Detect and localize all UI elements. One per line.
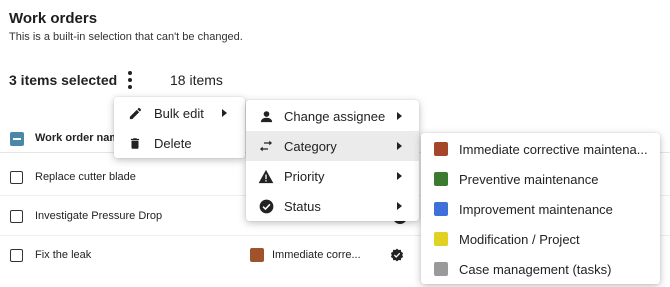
category-color-swatch [434,202,448,216]
person-icon [258,108,274,124]
chevron-right-icon [397,112,402,120]
menu-item-label: Change assignee [284,108,386,124]
swap-arrows-icon [258,138,274,154]
item-count-label: 18 items [170,72,223,88]
category-swatch [250,248,264,262]
chevron-right-icon [397,202,402,210]
menu-item-bulk-edit[interactable]: Bulk edit [114,98,245,128]
row-checkbox[interactable] [10,210,23,223]
menu-item-label: Improvement maintenance [459,201,613,217]
category-option-improvement[interactable]: Improvement maintenance [421,194,660,224]
row-name[interactable]: Replace cutter blade [35,171,136,183]
row-checkbox[interactable] [10,171,23,184]
chevron-right-icon [397,172,402,180]
warning-icon [258,168,274,184]
verified-status-icon [390,248,404,262]
trash-icon [127,135,143,151]
category-color-swatch [434,262,448,276]
more-actions-icon[interactable] [124,70,136,90]
menu-item-label: Modification / Project [459,231,580,247]
menu-item-label: Delete [154,135,192,151]
menu-item-label: Case management (tasks) [459,261,612,277]
menu-item-delete[interactable]: Delete [114,128,245,158]
actions-menu: Bulk edit Delete [114,97,245,158]
category-submenu: Immediate corrective maintena... Prevent… [421,133,660,284]
category-option-case-management[interactable]: Case management (tasks) [421,254,660,284]
column-header-name[interactable]: Work order nam [35,132,119,144]
bulk-edit-submenu: Change assignee Category Priority Status [246,100,419,221]
menu-item-change-assignee[interactable]: Change assignee [246,101,419,131]
row-checkbox[interactable] [10,249,23,262]
menu-item-label: Priority [284,168,325,184]
category-option-immediate-corrective[interactable]: Immediate corrective maintena... [421,134,660,164]
chevron-right-icon [222,109,227,117]
category-color-swatch [434,232,448,246]
pencil-icon [127,105,143,121]
row-name[interactable]: Fix the leak [35,249,91,261]
menu-item-category[interactable]: Category [246,131,419,161]
category-option-preventive[interactable]: Preventive maintenance [421,164,660,194]
chevron-right-icon [397,142,402,150]
category-color-swatch [434,142,448,156]
menu-item-label: Category [284,138,337,154]
menu-item-label: Bulk edit [154,105,204,121]
category-option-modification[interactable]: Modification / Project [421,224,660,254]
menu-item-label: Immediate corrective maintena... [459,141,648,157]
category-color-swatch [434,172,448,186]
menu-item-priority[interactable]: Priority [246,161,419,191]
row-category: Immediate corre... [272,249,361,261]
menu-item-label: Status [284,198,321,214]
menu-item-status[interactable]: Status [246,191,419,221]
page-title: Work orders [9,10,98,27]
check-circle-icon [258,198,274,214]
menu-item-label: Preventive maintenance [459,171,599,187]
page-subtitle: This is a built-in selection that can't … [9,31,243,43]
selected-count-label: 3 items selected [9,72,118,88]
select-all-checkbox[interactable] [10,132,24,146]
row-name[interactable]: Investigate Pressure Drop [35,210,162,222]
